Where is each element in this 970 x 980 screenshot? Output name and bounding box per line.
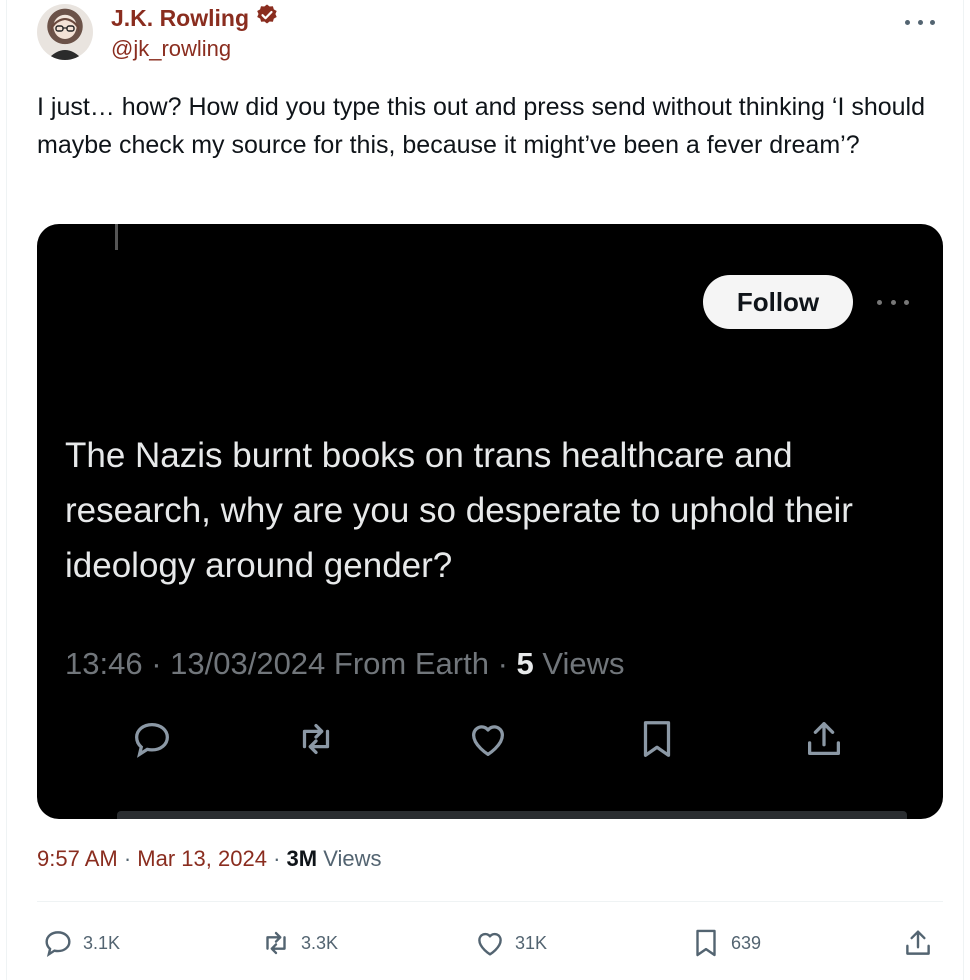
quoted-date: 13/03/2024 [170, 646, 326, 681]
reply-icon [41, 926, 75, 960]
quoted-time: 13:46 [65, 646, 143, 681]
post-time[interactable]: 9:57 AM [37, 846, 118, 871]
quoted-views-count: 5 [516, 646, 534, 681]
bookmark-icon [634, 716, 680, 762]
quoted-action-bar [37, 716, 943, 776]
post-date[interactable]: Mar 13, 2024 [137, 846, 267, 871]
like-icon [473, 926, 507, 960]
like-button[interactable]: 31K [473, 918, 547, 968]
more-icon [877, 298, 909, 306]
verified-badge-icon [255, 3, 279, 33]
tweet-meta: 9:57 AM · Mar 13, 2024 · 3M Views [37, 846, 382, 871]
follow-button: Follow [703, 275, 853, 329]
action-bar: 3.1K 3.3K 31K 639 [37, 918, 943, 968]
tweet-card: J.K. Rowling @jk_rowling I just… how? Ho… [6, 0, 964, 980]
views-count: 3M [286, 846, 318, 871]
bookmark-button[interactable]: 639 [689, 918, 761, 968]
more-icon[interactable] [905, 12, 935, 32]
tweet-media-screenshot[interactable]: Follow The Nazis burnt books on trans he… [37, 224, 943, 819]
reply-button[interactable]: 3.1K [41, 918, 120, 968]
author-name-row[interactable]: J.K. Rowling [111, 3, 279, 33]
views-label: Views [323, 846, 382, 871]
quoted-source: From Earth [333, 646, 489, 681]
repost-icon [293, 716, 339, 762]
reply-count: 3.1K [83, 932, 121, 953]
reply-icon [129, 716, 175, 762]
author-name[interactable]: J.K. Rowling [111, 5, 249, 32]
tweet-text: I just… how? How did you type this out a… [37, 93, 926, 159]
like-count: 31K [515, 932, 548, 953]
media-bottom-edge [117, 811, 907, 819]
author-handle[interactable]: @jk_rowling [111, 36, 231, 62]
share-icon [901, 926, 935, 960]
quoted-views-label: Views [542, 646, 625, 681]
repost-button[interactable]: 3.3K [259, 918, 338, 968]
share-icon [801, 716, 847, 762]
repost-icon [259, 926, 293, 960]
bookmark-count: 639 [731, 932, 762, 953]
quoted-post-text: The Nazis burnt books on trans healthcar… [65, 436, 853, 585]
text-cursor [115, 224, 118, 250]
bookmark-icon [689, 926, 723, 960]
avatar[interactable] [37, 4, 93, 60]
repost-count: 3.3K [301, 932, 339, 953]
share-button[interactable] [901, 918, 935, 968]
quoted-post-meta: 13:46 · 13/03/2024 From Earth · 5 Views [65, 646, 625, 681]
divider [37, 901, 943, 902]
like-icon [465, 716, 511, 762]
